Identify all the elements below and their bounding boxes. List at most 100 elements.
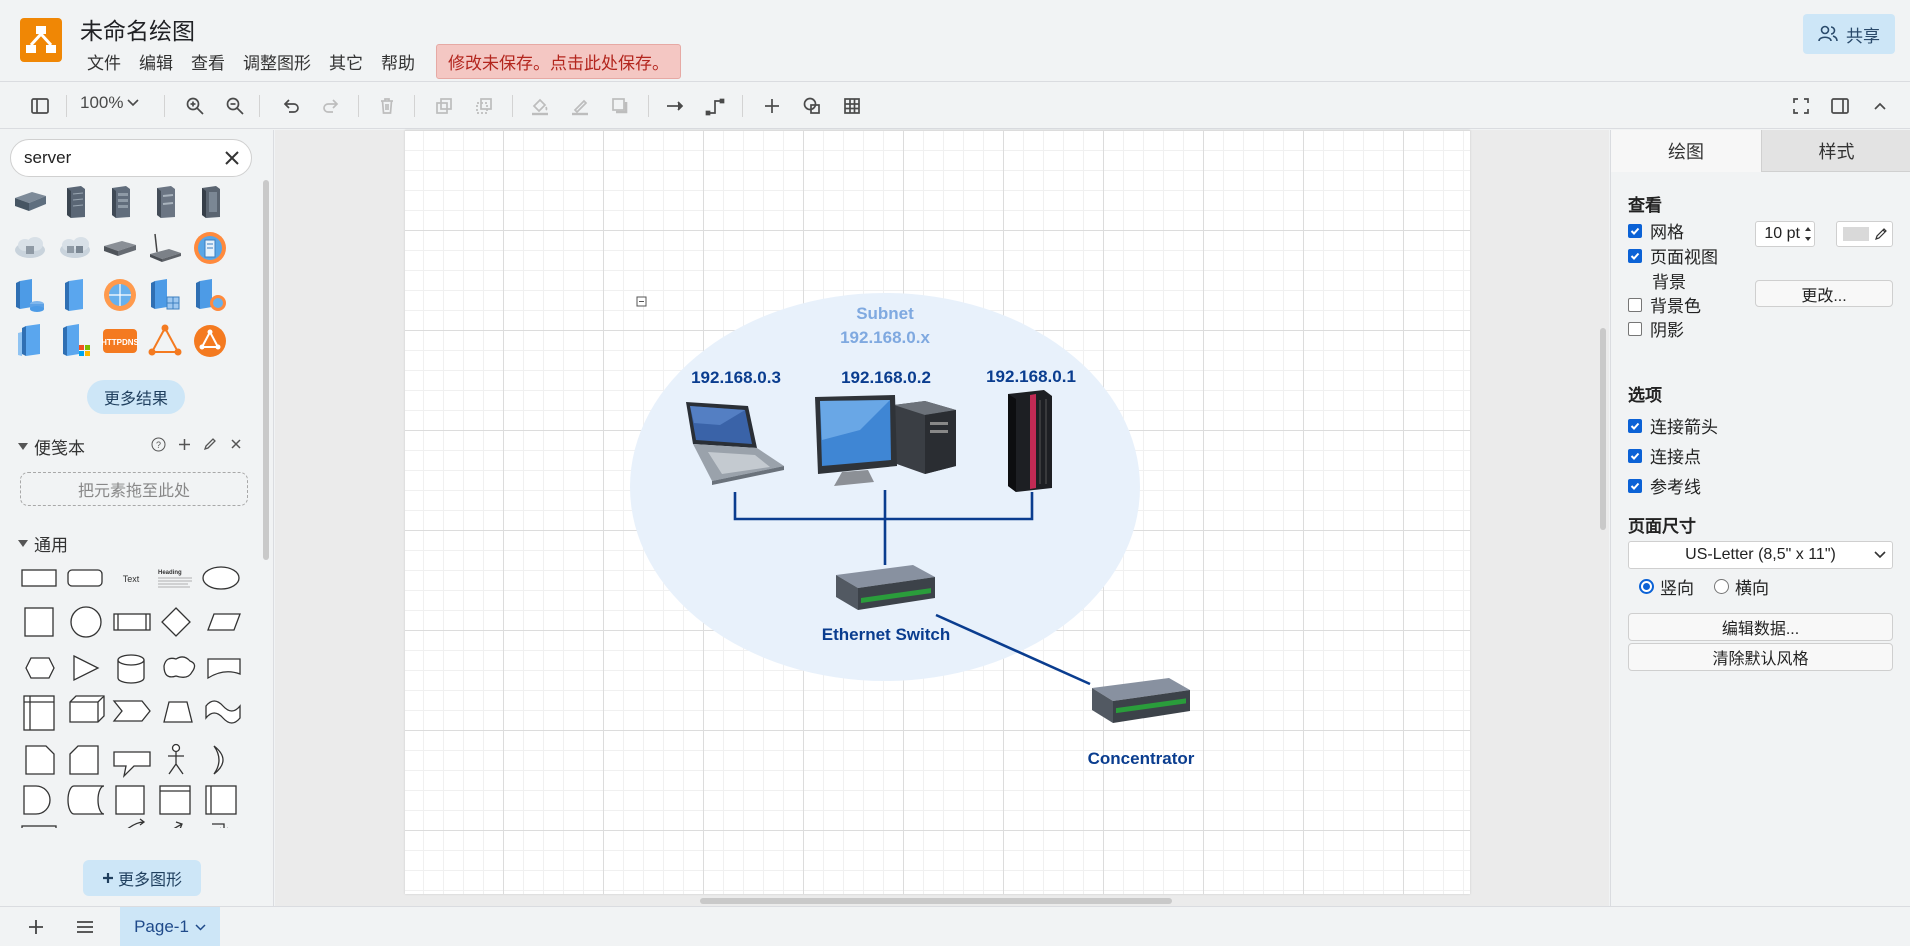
container-shape[interactable]	[115, 785, 145, 815]
insert-table-icon[interactable]	[837, 91, 867, 121]
drawing-page[interactable]	[405, 130, 1470, 894]
pages-menu-icon[interactable]	[76, 919, 94, 935]
router-antenna-icon[interactable]	[147, 230, 183, 266]
hexagon-shape[interactable]	[25, 657, 55, 679]
server-globe-icon[interactable]	[102, 277, 138, 313]
zoom-out-icon[interactable]	[220, 91, 250, 121]
clear-search-icon[interactable]	[223, 149, 241, 167]
connection-points-checkbox[interactable]	[1628, 448, 1642, 463]
concentrator-label[interactable]: Concentrator	[1071, 749, 1211, 769]
card-shape[interactable]	[69, 745, 99, 775]
edit-pencil-icon[interactable]	[202, 436, 218, 452]
menu-view[interactable]: 查看	[182, 49, 234, 74]
redo-icon[interactable]	[316, 91, 346, 121]
scratchpad-header[interactable]: 便笺本	[18, 434, 85, 459]
fullscreen-icon[interactable]	[1786, 91, 1816, 121]
server-rack-flat-icon[interactable]	[12, 184, 48, 220]
server-web-icon[interactable]	[192, 277, 228, 313]
tab-page-1[interactable]: Page-1	[120, 907, 220, 946]
zoom-in-icon[interactable]	[180, 91, 210, 121]
callout-shape[interactable]	[113, 751, 151, 778]
close-icon[interactable]	[228, 436, 244, 452]
server-tower-icon[interactable]	[102, 184, 138, 220]
bg-color-checkbox[interactable]	[1628, 297, 1642, 312]
subnet-title-label[interactable]: Subnet	[830, 304, 940, 324]
help-icon[interactable]: ?	[150, 436, 166, 452]
tape-shape[interactable]	[205, 700, 241, 724]
document-title[interactable]: 未命名绘图	[80, 12, 195, 46]
tab-style[interactable]: 样式	[1761, 130, 1910, 172]
connection-arrows-checkbox[interactable]	[1628, 418, 1642, 433]
page-size-select[interactable]: US-Letter (8,5" x 11")	[1628, 541, 1893, 569]
collapse-chevron-up-icon[interactable]	[1865, 91, 1895, 121]
trapezoid-shape[interactable]	[163, 701, 193, 723]
stored-data-shape[interactable]	[67, 785, 105, 815]
add-icon[interactable]	[176, 436, 192, 452]
to-back-icon[interactable]	[469, 91, 499, 121]
format-panel-toggle-icon[interactable]	[25, 91, 55, 121]
frame-shape[interactable]	[159, 785, 191, 815]
rectangle-shape[interactable]	[21, 569, 57, 587]
unsaved-changes-notice[interactable]: 修改未保存。点击此处保存。	[436, 43, 681, 79]
grid-checkbox[interactable]	[1628, 223, 1642, 238]
undo-icon[interactable]	[276, 91, 306, 121]
parallelogram-shape[interactable]	[207, 613, 241, 631]
menu-help[interactable]: 帮助	[372, 49, 424, 74]
rack-server-icon[interactable]	[102, 230, 138, 266]
diamond-shape[interactable]	[161, 607, 191, 637]
delay-shape[interactable]	[23, 785, 51, 815]
server-cluster-icon[interactable]	[12, 323, 48, 359]
menu-extras[interactable]: 其它	[320, 49, 372, 74]
sidebar-scrollbar[interactable]	[263, 180, 269, 560]
switch-label[interactable]: Ethernet Switch	[806, 625, 966, 645]
circle-shape[interactable]	[70, 606, 102, 638]
process-shape[interactable]	[113, 613, 151, 631]
waypoint-icon[interactable]	[700, 91, 730, 121]
server-tower-icon[interactable]	[192, 184, 228, 220]
document-shape[interactable]	[207, 658, 241, 680]
page-view-checkbox[interactable]	[1628, 248, 1642, 263]
server-grid-icon[interactable]	[147, 277, 183, 313]
cloud-shape[interactable]	[163, 656, 196, 678]
network-circle-icon[interactable]	[192, 323, 228, 359]
general-shapes-header[interactable]: 通用	[18, 531, 68, 556]
add-page-icon[interactable]	[28, 919, 44, 935]
internal-storage-shape[interactable]	[23, 695, 55, 731]
edit-data-button[interactable]: 编辑数据...	[1628, 613, 1893, 641]
desktop-ip-label[interactable]: 192.168.0.2	[826, 368, 946, 388]
blue-server-icon[interactable]	[57, 277, 93, 313]
vertical-scrollbar[interactable]	[1600, 328, 1606, 530]
line-color-icon[interactable]	[565, 91, 595, 121]
share-button[interactable]: 共享	[1803, 14, 1895, 54]
actor-shape[interactable]	[168, 752, 184, 775]
fill-color-icon[interactable]	[525, 91, 555, 121]
step-shape[interactable]	[112, 700, 151, 722]
note-shape[interactable]	[25, 745, 55, 775]
globe-server-icon[interactable]	[192, 230, 228, 266]
clear-default-style-button[interactable]: 清除默认风格	[1628, 643, 1893, 671]
square-shape[interactable]	[24, 607, 54, 637]
ellipse-shape[interactable]	[202, 566, 240, 590]
shadow-checkbox[interactable]	[1628, 321, 1642, 336]
text-shape[interactable]: Text	[123, 574, 140, 584]
laptop-ip-label[interactable]: 192.168.0.3	[676, 368, 796, 388]
subnet-range-label[interactable]: 192.168.0.x	[815, 328, 955, 348]
heading-shape[interactable]: Heading	[158, 570, 182, 576]
portrait-radio[interactable]	[1639, 579, 1654, 594]
zoom-dropdown[interactable]: 100%	[80, 93, 140, 113]
rounded-rectangle-shape[interactable]	[67, 569, 103, 587]
tab-diagram[interactable]: 绘图	[1611, 130, 1761, 172]
landscape-radio[interactable]	[1714, 579, 1729, 594]
windows-server-icon[interactable]	[57, 323, 93, 359]
triangle-shape[interactable]	[73, 654, 100, 682]
guides-checkbox[interactable]	[1628, 478, 1642, 493]
to-front-icon[interactable]	[429, 91, 459, 121]
more-results-button[interactable]: 更多结果	[87, 380, 185, 414]
or-shape[interactable]	[213, 745, 224, 775]
grid-color-picker[interactable]	[1836, 221, 1893, 247]
grid-size-stepper-icon[interactable]	[1802, 222, 1814, 246]
server-ip-label[interactable]: 192.168.0.1	[971, 367, 1091, 387]
network-triangle-icon[interactable]	[147, 323, 183, 359]
shape-search-input[interactable]	[24, 148, 214, 168]
insert-plus-icon[interactable]	[757, 91, 787, 121]
